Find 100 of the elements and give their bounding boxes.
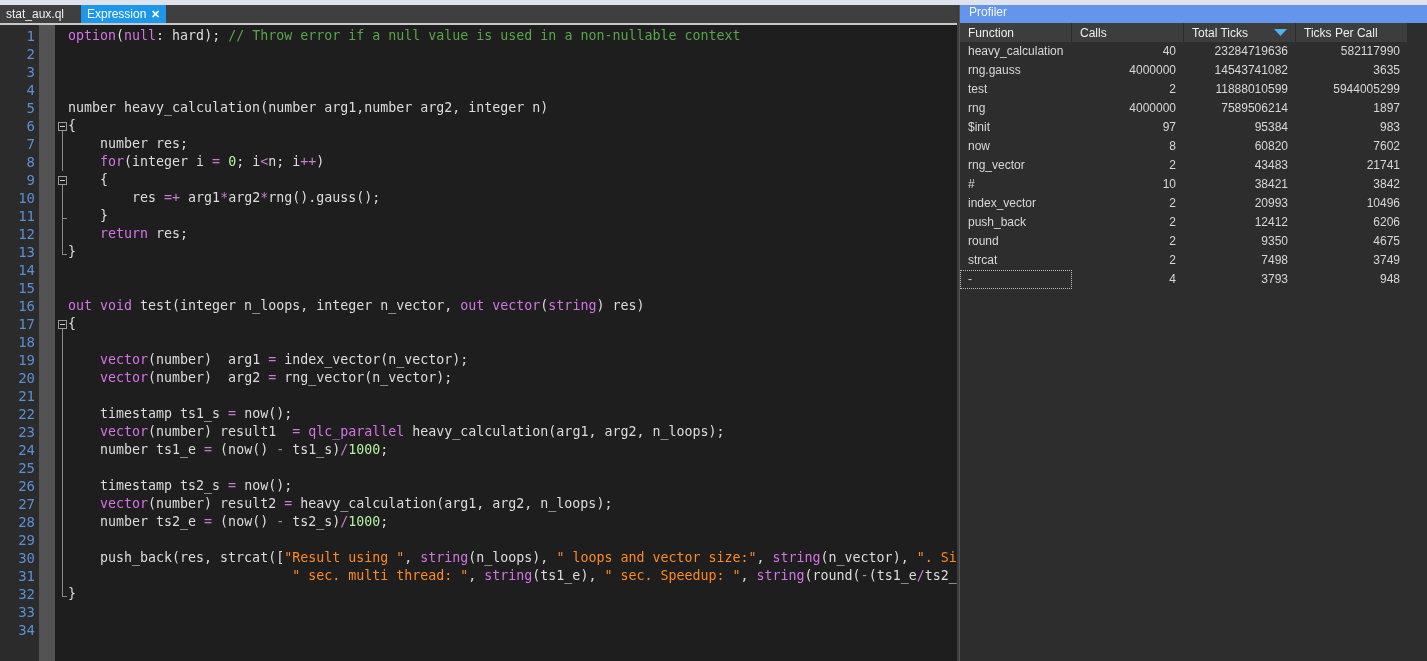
line-number: 27 <box>17 495 36 513</box>
table-cell-text: 4000000 <box>1128 62 1177 79</box>
line-number: 9 <box>25 171 36 189</box>
line-number: 31 <box>17 567 36 585</box>
table-cell-text: 3749 <box>1372 252 1401 269</box>
collapse-icon[interactable] <box>58 176 67 185</box>
line-number: 28 <box>17 513 36 531</box>
table-cell-text: 10 <box>1161 176 1177 193</box>
line-number: 22 <box>17 405 36 423</box>
table-cell-text: 95384 <box>1253 119 1289 136</box>
table-cell-text: 983 <box>1378 119 1401 136</box>
line-number: 24 <box>17 441 36 459</box>
code-line: } <box>68 243 76 261</box>
line-number: 3 <box>25 63 36 81</box>
code-line: timestamp ts1_s = now(); <box>99 405 293 423</box>
line-number: 8 <box>25 153 36 171</box>
line-number: 13 <box>17 243 36 261</box>
table-cell-text: 7589506214 <box>1220 100 1289 117</box>
code-line: } <box>99 207 109 225</box>
line-number: 20 <box>17 369 36 387</box>
code-line: " sec. multi thread: ", string(ts1_e), " sec. Speedup: ", string(round(-(ts1_e/ts2_ <box>291 567 957 585</box>
collapse-icon[interactable] <box>58 320 67 329</box>
line-number: 11 <box>17 207 36 225</box>
table-cell-text: 11888010599 <box>1214 81 1289 98</box>
line-number: 33 <box>17 603 36 621</box>
table-cell-text: 12412 <box>1253 214 1289 231</box>
code-line: number ts2_e = (now() - ts2_s)/1000; <box>99 513 389 531</box>
code-line: vector(number) arg2 = rng_vector(n_vector); <box>99 369 453 387</box>
table-cell-text: rng_vector <box>967 157 1026 174</box>
line-number: 25 <box>17 459 36 477</box>
table-cell-text: now <box>967 138 991 155</box>
code-line: timestamp ts2_s = now(); <box>99 477 293 495</box>
table-cell-text: 40 <box>1161 43 1177 60</box>
table-cell: - <box>960 270 1072 289</box>
table-cell-text: 60820 <box>1253 138 1289 155</box>
table-cell-text: 5944005299 <box>1332 81 1401 98</box>
code-line: { <box>68 315 76 333</box>
table-cell-text: 948 <box>1378 271 1401 288</box>
code-line: number ts1_e = (now() - ts1_s)/1000; <box>99 441 389 459</box>
column-header[interactable]: Function <box>960 23 1072 42</box>
line-number: 5 <box>25 99 36 117</box>
table-cell-text: strcat <box>967 252 999 269</box>
table-cell-text: 2 <box>1168 157 1177 174</box>
line-number: 17 <box>17 315 36 333</box>
table-cell-text: round <box>967 233 1000 250</box>
column-header[interactable]: Calls <box>1072 23 1184 42</box>
table-cell-text: 2 <box>1168 252 1177 269</box>
code-line: { <box>68 117 76 135</box>
table-cell-text: index_vector <box>967 195 1038 212</box>
line-number: 26 <box>17 477 36 495</box>
code-line: number res; <box>99 135 189 153</box>
table-cell-text: push_back <box>967 214 1028 231</box>
table-cell-text: 20993 <box>1253 195 1289 212</box>
code-line: } <box>68 585 76 603</box>
table-cell-text: 14543741082 <box>1213 62 1289 79</box>
code-line: vector(number) result2 = heavy_calculation(arg1, arg2, n_loops); <box>99 495 613 513</box>
line-number: 10 <box>17 189 36 207</box>
line-number: 12 <box>17 225 36 243</box>
line-number: 15 <box>17 279 36 297</box>
sort-arrow-icon <box>1274 29 1287 36</box>
code-line: push_back(res, strcat(["Result using ", string(n_loops), " loops and vector size:", string(n_vector), ". Si <box>99 549 957 567</box>
table-cell-text: 2 <box>1168 214 1177 231</box>
table-cell-text: 8 <box>1168 138 1177 155</box>
line-number: 32 <box>17 585 36 603</box>
code-line: for(integer i = 0; i<n; i++) <box>99 153 325 171</box>
table-cell-text: heavy_calculation <box>967 43 1065 60</box>
table-cell-text: $init <box>967 119 991 136</box>
table-cell-text: 23284719636 <box>1213 43 1289 60</box>
table-cell-text: 7498 <box>1260 252 1289 269</box>
table-cell-text: 9350 <box>1260 233 1289 250</box>
table-cell-text: 10496 <box>1365 195 1401 212</box>
line-number: 30 <box>17 549 36 567</box>
code-line: vector(number) arg1 = index_vector(n_vector); <box>99 351 469 369</box>
line-number: 34 <box>17 621 36 639</box>
table-cell-text: # <box>967 176 976 193</box>
table-cell-text: rng.gauss <box>967 62 1022 79</box>
panel-title: Profiler <box>960 5 1427 23</box>
collapse-icon[interactable] <box>58 122 67 131</box>
code-line: vector(number) result1 = qlc_parallel heavy_calculation(arg1, arg2, n_loops); <box>99 423 725 441</box>
table-cell-text: 2 <box>1168 233 1177 250</box>
table-cell-text: 4 <box>1168 271 1177 288</box>
table-cell-text: 1897 <box>1372 100 1401 117</box>
table-cell-text: 7602 <box>1372 138 1401 155</box>
table-cell-text: rng <box>967 100 987 117</box>
table-cell-text: 4675 <box>1372 233 1401 250</box>
table-cell-text: 4000000 <box>1128 100 1177 117</box>
table-cell-text: 21741 <box>1365 157 1401 174</box>
code-line: number heavy_calculation(number arg1,number arg2, integer n) <box>68 99 549 117</box>
line-number: 19 <box>17 351 36 369</box>
column-header[interactable]: Ticks Per Call <box>1296 23 1408 42</box>
line-number: 4 <box>25 81 36 99</box>
line-number: 23 <box>17 423 36 441</box>
code-line: { <box>99 171 109 189</box>
table-cell-text: 97 <box>1161 119 1177 136</box>
table-cell-text: 2 <box>1168 195 1177 212</box>
line-number: 6 <box>25 117 36 135</box>
table-cell-text: 3635 <box>1372 62 1401 79</box>
code-line: option(null: hard); // Throw error if a null value is used in a non-nullable context <box>68 27 741 45</box>
line-number: 1 <box>25 27 36 45</box>
column-header[interactable]: Total Ticks <box>1184 23 1296 42</box>
